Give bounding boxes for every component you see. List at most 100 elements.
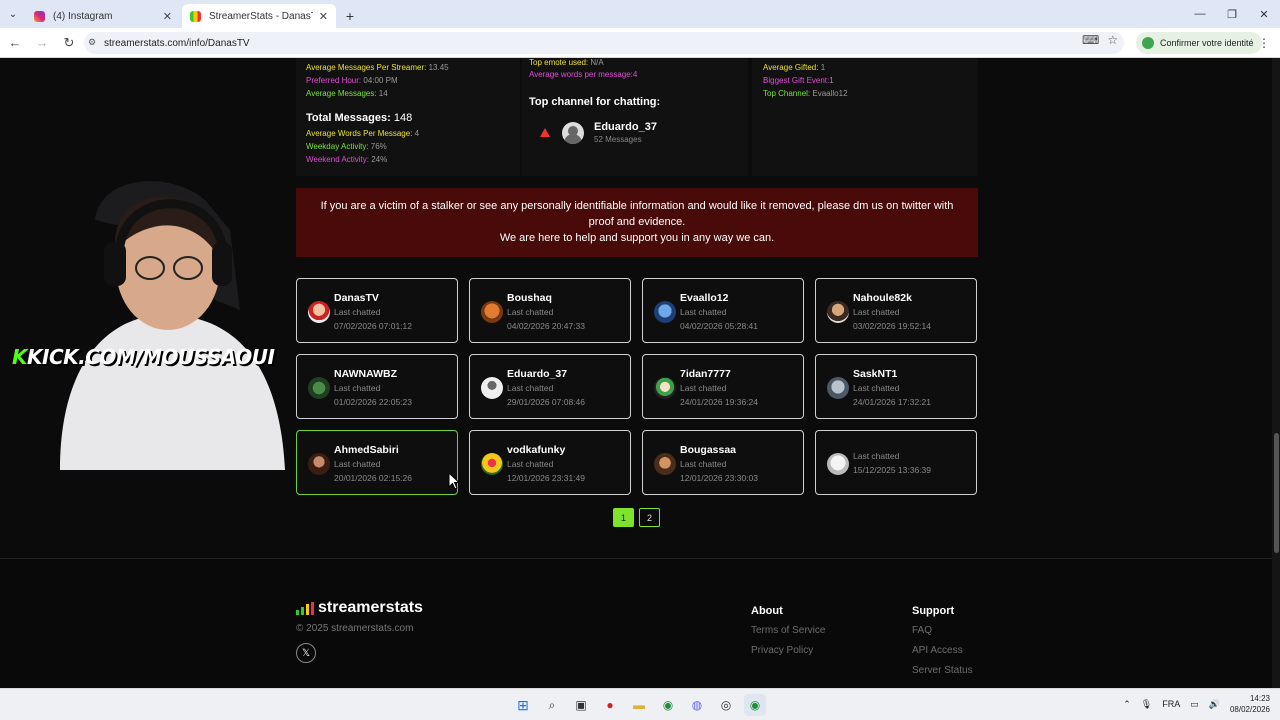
channel-card[interactable]: Nahoule82k Last chatted 03/02/2026 19:52… (815, 278, 977, 343)
kick-logo: K (12, 345, 28, 369)
last-chatted-label: Last chatted (853, 451, 900, 461)
page-button-1[interactable]: 1 (613, 508, 634, 527)
kick-url: KICK.COM/MOUSSAOUI (27, 345, 275, 369)
banner-line: If you are a victim of a stalker or see … (320, 200, 954, 212)
privacy-link[interactable]: Privacy Policy (751, 645, 825, 656)
channel-name: Nahoule82k (853, 292, 912, 304)
forward-icon[interactable]: → (30, 31, 54, 55)
channel-name: AhmedSabiri (334, 444, 399, 456)
search-icon[interactable]: ⌕ (541, 694, 563, 716)
identity-label: Confirmer votre identité (1160, 38, 1254, 48)
channel-card[interactable]: Bougassaa Last chatted 12/01/2026 23:30:… (642, 430, 804, 495)
url-field[interactable]: ⚙ streamerstats.com/info/DanasTV (84, 32, 1124, 54)
restore-icon[interactable]: ❐ (1216, 0, 1248, 28)
top-channel-name: Eduardo_37 (594, 121, 657, 133)
instagram-icon (34, 10, 45, 22)
page-button-2[interactable]: 2 (639, 508, 660, 527)
channel-card[interactable]: SaskNT1 Last chatted 24/01/2026 17:32:21 (815, 354, 977, 419)
channel-name: vodkafunky (507, 444, 566, 456)
back-icon[interactable]: ← (3, 31, 27, 55)
chrome-icon[interactable]: ◉ (657, 694, 679, 716)
server-status-link[interactable]: Server Status (912, 665, 973, 676)
channel-card[interactable]: DanasTV Last chatted 07/02/2026 07:01:12 (296, 278, 458, 343)
avatar (308, 301, 330, 323)
pagination: 1 2 (613, 508, 660, 527)
stat-weekday-activity: Weekday Activity: 76% (306, 142, 387, 151)
language-indicator[interactable]: FRA (1162, 699, 1180, 709)
last-chatted-label: Last chatted (334, 383, 381, 393)
task-view-icon[interactable]: ▣ (570, 694, 592, 716)
top-channel-title: Top channel for chatting: (529, 96, 661, 108)
bookmark-star-icon[interactable]: ☆ (1107, 33, 1118, 47)
last-chatted-date: 24/01/2026 19:36:24 (680, 397, 758, 407)
close-window-icon[interactable]: ✕ (1248, 0, 1280, 28)
tab-streamerstats[interactable]: StreamerStats - DanasTV's Prof ✕ (182, 4, 336, 28)
menu-icon[interactable]: ⋮ (1258, 36, 1270, 50)
channel-name: DanasTV (334, 292, 379, 304)
microphone-icon[interactable]: 🎙 (1141, 699, 1152, 710)
minimize-icon[interactable]: — (1184, 0, 1216, 28)
channel-name: Boushaq (507, 292, 552, 304)
clock[interactable]: 14:23 08/02/2026 (1230, 693, 1270, 715)
channel-card[interactable]: vodkafunky Last chatted 12/01/2026 23:31… (469, 430, 631, 495)
headphone-left (104, 242, 126, 286)
avatar (308, 377, 330, 399)
page-scrollbar[interactable] (1272, 58, 1280, 688)
channel-card[interactable]: Boushaq Last chatted 04/02/2026 20:47:33 (469, 278, 631, 343)
channel-card[interactable]: AhmedSabiri Last chatted 20/01/2026 02:1… (296, 430, 458, 495)
new-tab-button[interactable]: + (338, 4, 362, 28)
banner-line: proof and evidence. (588, 216, 686, 228)
channel-card[interactable]: NAWNAWBZ Last chatted 01/02/2026 22:05:2… (296, 354, 458, 419)
top-channel-item[interactable]: Eduardo_37 52 Messages (540, 121, 657, 144)
terms-link[interactable]: Terms of Service (751, 625, 825, 636)
api-access-link[interactable]: API Access (912, 645, 973, 656)
stat-avg-words-per-message: Average words per message:4 (529, 70, 638, 79)
last-chatted-date: 12/01/2026 23:31:49 (507, 473, 585, 483)
channel-card[interactable]: 7idan7777 Last chatted 24/01/2026 19:36:… (642, 354, 804, 419)
avatar (562, 121, 584, 144)
taskbar: ⊞ ⌕ ▣ ● ▬ ◉ ◍ ◎ ◉ ⌃ 🎙 FRA ▭ 🔊 14:23 08/0… (0, 688, 1280, 720)
channel-name: Evaallo12 (680, 292, 729, 304)
display-icon[interactable]: ▭ (1190, 699, 1199, 710)
faq-link[interactable]: FAQ (912, 625, 973, 636)
file-explorer-icon[interactable]: ▬ (628, 694, 650, 716)
close-icon[interactable]: ✕ (163, 10, 172, 23)
avatar (827, 377, 849, 399)
avatar (308, 453, 330, 475)
stats-panel-general: Average Messages Per Streamer: 13.45 Pre… (296, 58, 520, 176)
site-info-icon[interactable]: ⚙ (88, 37, 96, 48)
last-chatted-date: 12/01/2026 23:30:03 (680, 473, 758, 483)
tab-instagram[interactable]: (4) Instagram ✕ (26, 4, 180, 28)
channel-card[interactable]: Evaallo12 Last chatted 04/02/2026 05:28:… (642, 278, 804, 343)
channel-card[interactable]: Last chatted 15/12/2025 13:36:39 (815, 430, 977, 495)
volume-icon[interactable]: 🔊 (1209, 699, 1220, 710)
footer-logo[interactable]: streamerstats (296, 599, 423, 617)
chevron-up-icon[interactable]: ⌃ (1123, 699, 1131, 710)
chrome-active-icon[interactable]: ◉ (744, 694, 766, 716)
logo-bars-icon (296, 602, 314, 615)
obs-icon[interactable]: ◎ (715, 694, 737, 716)
windows-start-icon[interactable]: ⊞ (512, 694, 534, 716)
avatar (481, 301, 503, 323)
scrollbar-thumb[interactable] (1274, 433, 1279, 553)
translate-icon[interactable]: ⌨ (1082, 33, 1099, 47)
last-chatted-date: 29/01/2026 07:08:46 (507, 397, 585, 407)
system-tray: ⌃ 🎙 FRA ▭ 🔊 14:23 08/02/2026 (1123, 693, 1270, 715)
app-icon[interactable]: ● (599, 694, 621, 716)
webcam-overlay (60, 181, 285, 470)
brand-name: streamerstats (318, 599, 423, 616)
last-chatted-date: 01/02/2026 22:05:23 (334, 397, 412, 407)
reload-icon[interactable]: ↻ (57, 31, 81, 55)
last-chatted-date: 20/01/2026 02:15:26 (334, 473, 412, 483)
avatar (481, 377, 503, 399)
channel-card[interactable]: Eduardo_37 Last chatted 29/01/2026 07:08… (469, 354, 631, 419)
last-chatted-date: 04/02/2026 05:28:41 (680, 321, 758, 331)
discord-icon[interactable]: ◍ (686, 694, 708, 716)
identity-button[interactable]: Confirmer votre identité (1136, 32, 1262, 54)
last-chatted-label: Last chatted (680, 383, 727, 393)
headphone-right (212, 242, 232, 286)
tab-search-icon[interactable]: ⌄ (0, 0, 26, 28)
avatar (827, 301, 849, 323)
x-twitter-icon[interactable]: 𝕏 (296, 643, 316, 663)
close-icon[interactable]: ✕ (319, 10, 328, 23)
